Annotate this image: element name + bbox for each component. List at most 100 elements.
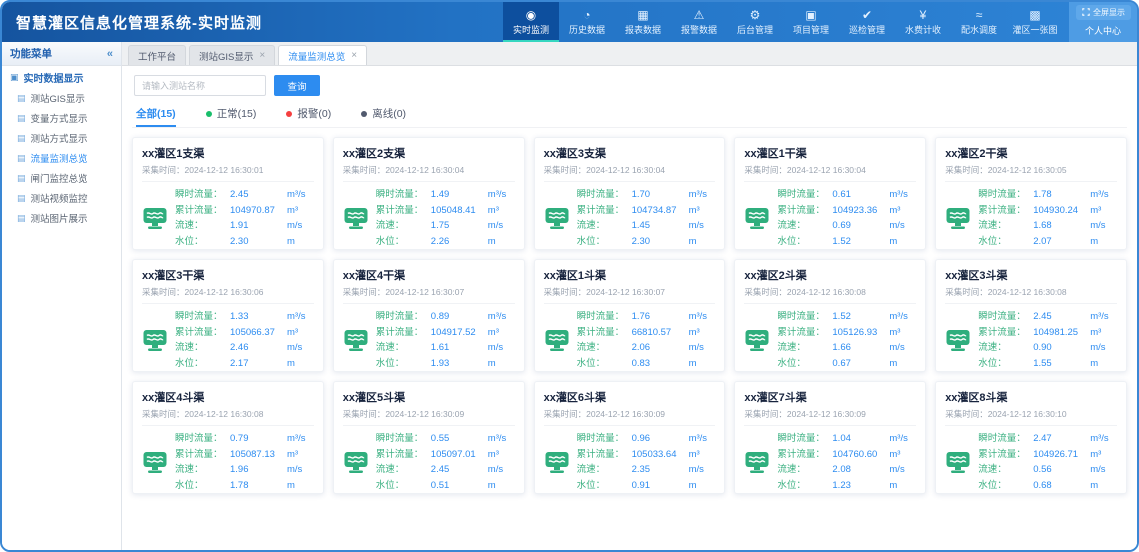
metric-value: 104926.71 [1033, 447, 1090, 463]
metric-label: 流速： [577, 218, 632, 234]
metric-label: 累计流量： [777, 325, 832, 341]
table-icon: ▤ [17, 113, 26, 124]
metric-label: 瞬时流量： [777, 431, 832, 447]
metric-row: 水位：0.83m [577, 356, 716, 372]
top-nav-item-1[interactable]: ◔历史数据 [559, 2, 615, 42]
station-card-12: xx灌区6斗渠采集时间：2024-12-12 16:30:09瞬时流量：0.96… [534, 381, 726, 494]
metric-label: 累计流量： [376, 325, 431, 341]
tab-2[interactable]: 流量监测总览× [278, 45, 367, 65]
top-nav-label: 实时监测 [513, 23, 549, 36]
sidebar-item-4[interactable]: ▤闸门监控总览 [2, 168, 121, 188]
top-nav-item-3[interactable]: ⚠报警数据 [671, 2, 727, 42]
collect-time-value: 2024-12-12 16:30:10 [988, 409, 1067, 419]
station-search-input[interactable] [134, 75, 266, 96]
metric-value: 1.66 [832, 340, 889, 356]
metric-value: 2.08 [832, 462, 889, 478]
status-filter-0[interactable]: 全部(15) [136, 106, 176, 127]
metric-value: 0.91 [632, 478, 689, 494]
station-name: xx灌区7斗渠 [744, 389, 916, 405]
metric-label: 流速： [978, 218, 1033, 234]
metric-row: 流速：1.68m/s [978, 218, 1117, 234]
metric-unit: m³/s [1090, 309, 1108, 325]
metric-label: 水位： [978, 478, 1033, 494]
metric-label: 累计流量： [777, 203, 832, 219]
collect-time-value: 2024-12-12 16:30:08 [787, 287, 866, 297]
status-filter-3[interactable]: 离线(0) [361, 106, 406, 127]
metric-row: 瞬时流量：0.79m³/s [175, 431, 314, 447]
sidebar-item-1[interactable]: ▤变量方式显示 [2, 108, 121, 128]
sidebar-item-6[interactable]: ▤测站图片展示 [2, 208, 121, 228]
status-filter-2[interactable]: 报警(0) [286, 106, 331, 127]
metric-label: 水位： [376, 356, 431, 372]
metric-unit: m³ [889, 203, 900, 219]
metric-value: 104923.36 [832, 203, 889, 219]
metric-unit: m³/s [689, 431, 707, 447]
close-icon[interactable]: × [351, 51, 357, 61]
metric-value: 1.55 [1033, 356, 1090, 372]
metric-unit: m [689, 356, 697, 372]
realtime-monitor-icon: ◉ [526, 9, 536, 21]
metric-unit: m³ [689, 325, 700, 341]
fullscreen-button[interactable]: 全屏显示 [1076, 5, 1131, 20]
metric-value: 1.52 [832, 309, 889, 325]
top-nav-item-7[interactable]: ¥水费计收 [895, 2, 951, 42]
sidebar-item-0[interactable]: ▤测站GIS显示 [2, 88, 121, 108]
status-filter-1[interactable]: 正常(15) [206, 106, 257, 127]
top-nav-item-2[interactable]: ▦报表数据 [615, 2, 671, 42]
metric-unit: m/s [889, 218, 904, 234]
metric-value: 104734.87 [632, 203, 689, 219]
metric-value: 2.45 [431, 462, 488, 478]
metric-row: 流速：1.61m/s [376, 340, 515, 356]
top-nav-item-6[interactable]: ✔巡检管理 [839, 2, 895, 42]
metric-value: 1.68 [1033, 218, 1090, 234]
collect-time: 采集时间：2024-12-12 16:30:10 [945, 408, 1117, 426]
collect-time-prefix: 采集时间： [343, 409, 386, 419]
topbar: 智慧灌区信息化管理系统-实时监测 ◉实时监测◔历史数据▦报表数据⚠报警数据⚙后台… [2, 2, 1137, 42]
history-data-icon: ◔ [583, 9, 590, 21]
metric-unit: m³ [488, 447, 499, 463]
sidebar-collapse-button[interactable]: « [107, 48, 113, 60]
station-cards-grid: xx灌区1支渠采集时间：2024-12-12 16:30:01瞬时流量：2.45… [132, 128, 1127, 494]
metric-unit: m/s [889, 462, 904, 478]
collect-time-value: 2024-12-12 16:30:04 [787, 165, 866, 175]
top-nav-item-8[interactable]: ≈配水调度 [951, 2, 1007, 42]
query-button[interactable]: 查询 [274, 75, 320, 96]
station-icon [142, 327, 168, 353]
collect-time: 采集时间：2024-12-12 16:30:04 [544, 164, 716, 182]
filter-label: 全部(15) [136, 106, 176, 121]
metric-unit: m³/s [488, 431, 506, 447]
collect-time-value: 2024-12-12 16:30:04 [385, 165, 464, 175]
top-nav-item-4[interactable]: ⚙后台管理 [727, 2, 783, 42]
sidebar-item-3[interactable]: ▤流量监测总览 [2, 148, 121, 168]
top-nav-item-5[interactable]: ▣项目管理 [783, 2, 839, 42]
metric-row: 流速：2.35m/s [577, 462, 716, 478]
top-nav-item-0[interactable]: ◉ 实时监测 [503, 2, 559, 42]
sidebar-item-2[interactable]: ▤测站方式显示 [2, 128, 121, 148]
metric-row: 瞬时流量：0.89m³/s [376, 309, 515, 325]
station-icon [945, 327, 971, 353]
metric-value: 2.17 [230, 356, 287, 372]
sidebar-section-realtime[interactable]: ▣ 实时数据显示 [2, 66, 121, 88]
metric-unit: m [287, 478, 295, 494]
tab-0[interactable]: 工作平台 [128, 45, 186, 65]
station-icon [744, 327, 770, 353]
collect-time-prefix: 采集时间： [343, 287, 386, 297]
metric-value: 0.83 [632, 356, 689, 372]
sidebar-item-5[interactable]: ▤测站视频监控 [2, 188, 121, 208]
tab-1[interactable]: 测站GIS显示× [189, 45, 275, 65]
metric-unit: m/s [889, 340, 904, 356]
close-icon[interactable]: × [259, 51, 265, 61]
station-card-10: xx灌区4斗渠采集时间：2024-12-12 16:30:08瞬时流量：0.79… [132, 381, 324, 494]
metric-value: 1.04 [832, 431, 889, 447]
table-icon: ▤ [17, 213, 26, 224]
station-card-1: xx灌区2支渠采集时间：2024-12-12 16:30:04瞬时流量：1.49… [333, 137, 525, 250]
metric-label: 水位： [978, 356, 1033, 372]
metric-unit: m [889, 356, 897, 372]
metric-value: 2.06 [632, 340, 689, 356]
collect-time: 采集时间：2024-12-12 16:30:08 [744, 286, 916, 304]
metric-label: 累计流量： [376, 203, 431, 219]
top-nav-item-9[interactable]: ▩灌区一张图 [1007, 2, 1063, 42]
metric-value: 2.46 [230, 340, 287, 356]
metric-label: 瞬时流量： [577, 431, 632, 447]
metric-unit: m [889, 478, 897, 494]
